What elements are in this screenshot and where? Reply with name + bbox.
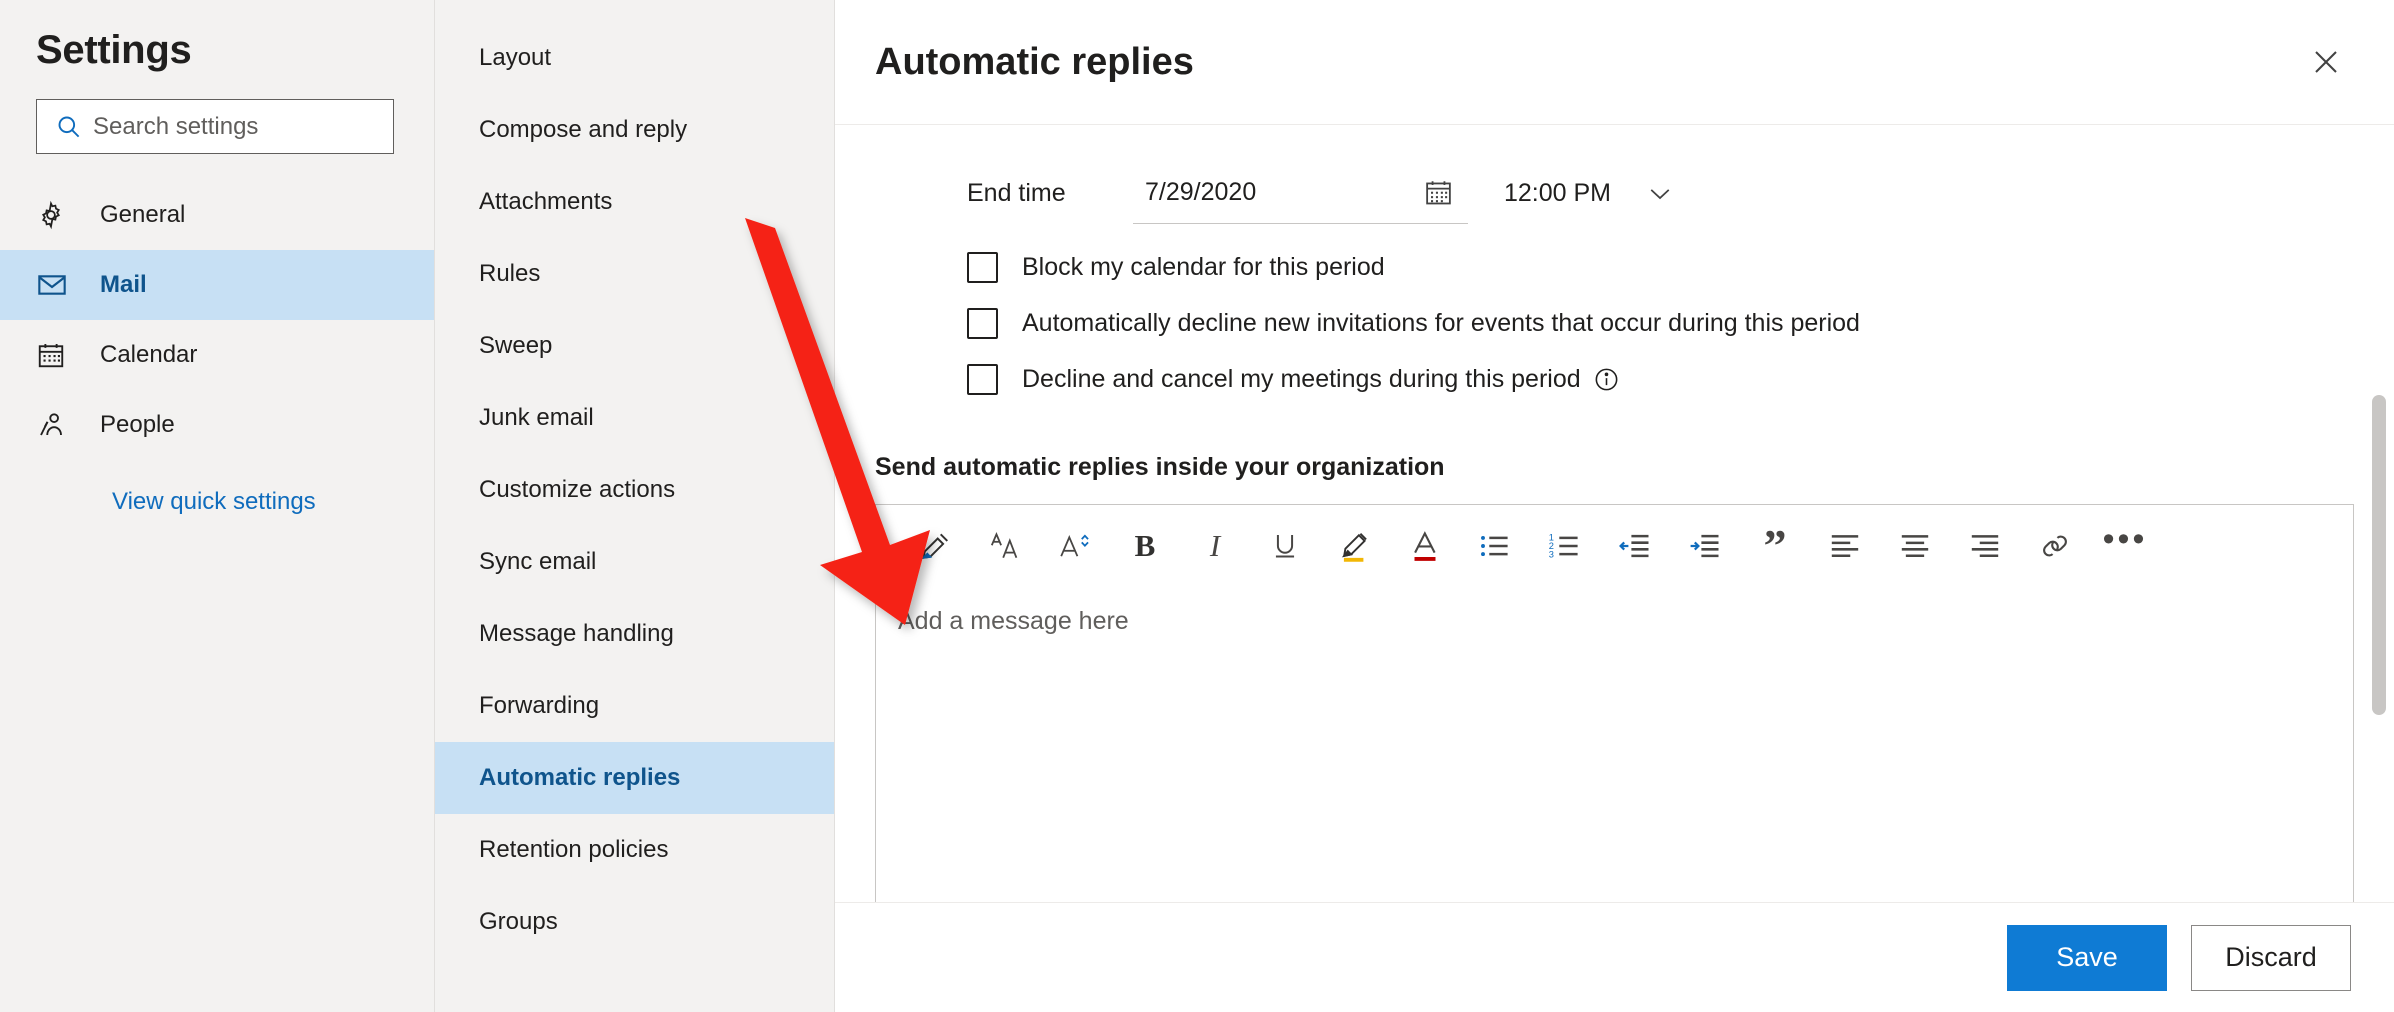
checkbox-row-block-calendar[interactable]: Block my calendar for this period [967,239,2354,295]
sidebar-item-mail[interactable]: Mail [0,250,434,320]
checkbox-decline-cancel[interactable] [967,363,998,395]
sidebar-item-general[interactable]: General [0,180,434,250]
font-size-icon[interactable] [970,515,1040,577]
decrease-indent-icon[interactable] [1600,515,1670,577]
subnav-item-layout[interactable]: Layout [435,22,834,94]
subnav-item-sweep[interactable]: Sweep [435,310,834,382]
save-button[interactable]: Save [2007,924,2167,991]
bulleted-list-icon[interactable] [1460,515,1530,577]
checkbox-label: Decline and cancel my meetings during th… [1022,364,1581,393]
subnav-item-forwarding[interactable]: Forwarding [435,670,834,742]
align-center-icon[interactable] [1880,515,1950,577]
gear-icon [36,200,82,230]
checkbox-row-auto-decline[interactable]: Automatically decline new invitations fo… [967,295,2354,351]
subnav-item-rules[interactable]: Rules [435,238,834,310]
message-input-area[interactable]: Add a message here [876,587,2353,902]
reply-editor: B I 1 2 3 ” ••• Add a message here [875,504,2354,902]
quote-glyph: ” [1763,519,1787,571]
subnav-item-junk-email[interactable]: Junk email [435,382,834,454]
subnav-item-compose-and-reply[interactable]: Compose and reply [435,94,834,166]
more-options-icon[interactable]: ••• [2090,515,2160,577]
settings-window: Settings General [0,0,2394,1012]
end-time-label: End time [967,178,1066,207]
checkbox-label: Automatically decline new invitations fo… [1022,308,1860,337]
detail-title: Automatic replies [875,40,1194,83]
quote-icon[interactable]: ” [1740,515,1810,577]
search-icon [51,113,85,140]
section-heading: Send automatic replies inside your organ… [875,453,1445,481]
settings-nav-list: General Mail Calendar People [0,180,434,460]
format-painter-icon[interactable] [900,515,970,577]
checkbox-label: Block my calendar for this period [1022,252,1385,281]
align-left-icon[interactable] [1810,515,1880,577]
view-quick-settings-link[interactable]: View quick settings [0,488,434,516]
subnav-item-sync-email[interactable]: Sync email [435,526,834,598]
sidebar-item-label: General [100,201,186,228]
end-time-value: 12:00 PM [1504,178,1612,207]
detail-header: Automatic replies [835,0,2394,125]
page-title: Settings [36,28,192,72]
checkbox-row-decline-cancel[interactable]: Decline and cancel my meetings during th… [967,351,2354,407]
numbered-list-icon[interactable]: 123 [1530,515,1600,577]
sidebar-item-calendar[interactable]: Calendar [0,320,434,390]
detail-body: End time 7/29/2020 12:00 PM Block my cal… [835,125,2394,902]
chevron-down-icon[interactable] [1645,178,1675,208]
align-right-icon[interactable] [1950,515,2020,577]
search-settings-box[interactable] [36,99,394,154]
subnav-item-retention-policies[interactable]: Retention policies [435,814,834,886]
subnav-item-customize-actions[interactable]: Customize actions [435,454,834,526]
link-icon[interactable] [2020,515,2090,577]
close-icon[interactable] [2298,34,2354,90]
people-icon [36,410,82,440]
mail-subnav: Layout Compose and reply Attachments Rul… [435,0,835,1012]
subnav-item-attachments[interactable]: Attachments [435,166,834,238]
info-icon[interactable] [1593,366,1620,393]
sidebar-item-people[interactable]: People [0,390,434,460]
end-date-field[interactable]: 7/29/2020 [1133,162,1468,224]
calendar-icon[interactable] [1423,177,1454,208]
svg-text:3: 3 [1549,549,1554,559]
underline-icon[interactable] [1250,515,1320,577]
font-grow-icon[interactable] [1040,515,1110,577]
subnav-item-message-handling[interactable]: Message handling [435,598,834,670]
highlight-icon[interactable] [1320,515,1390,577]
formatting-toolbar: B I 1 2 3 ” ••• [876,505,2353,587]
detail-footer: Save Discard [835,902,2394,1012]
envelope-icon [36,269,82,301]
options-checkbox-group: Block my calendar for this period Automa… [875,239,2354,407]
discard-button[interactable]: Discard [2191,924,2351,991]
end-time-row: End time 7/29/2020 12:00 PM [875,147,2354,239]
checkbox-block-calendar[interactable] [967,251,998,283]
subnav-item-automatic-replies[interactable]: Automatic replies [435,742,834,814]
end-time-field[interactable]: 12:00 PM [1504,178,1675,208]
message-placeholder: Add a message here [898,607,1129,635]
checkbox-auto-decline[interactable] [967,307,998,339]
bold-icon[interactable]: B [1110,515,1180,577]
subnav-item-groups[interactable]: Groups [435,886,834,958]
end-date-value: 7/29/2020 [1145,178,1257,206]
sidebar-item-label: Mail [100,271,147,298]
search-input[interactable] [85,112,379,141]
scrollbar-thumb[interactable] [2372,395,2386,715]
calendar-icon [36,340,82,370]
sidebar-item-label: People [100,411,175,438]
settings-sidebar: Settings General [0,0,435,1012]
automatic-replies-pane: Automatic replies End time 7/29/2020 12:… [835,0,2394,1012]
increase-indent-icon[interactable] [1670,515,1740,577]
sidebar-item-label: Calendar [100,341,198,368]
italic-icon[interactable]: I [1180,515,1250,577]
font-color-icon[interactable] [1390,515,1460,577]
